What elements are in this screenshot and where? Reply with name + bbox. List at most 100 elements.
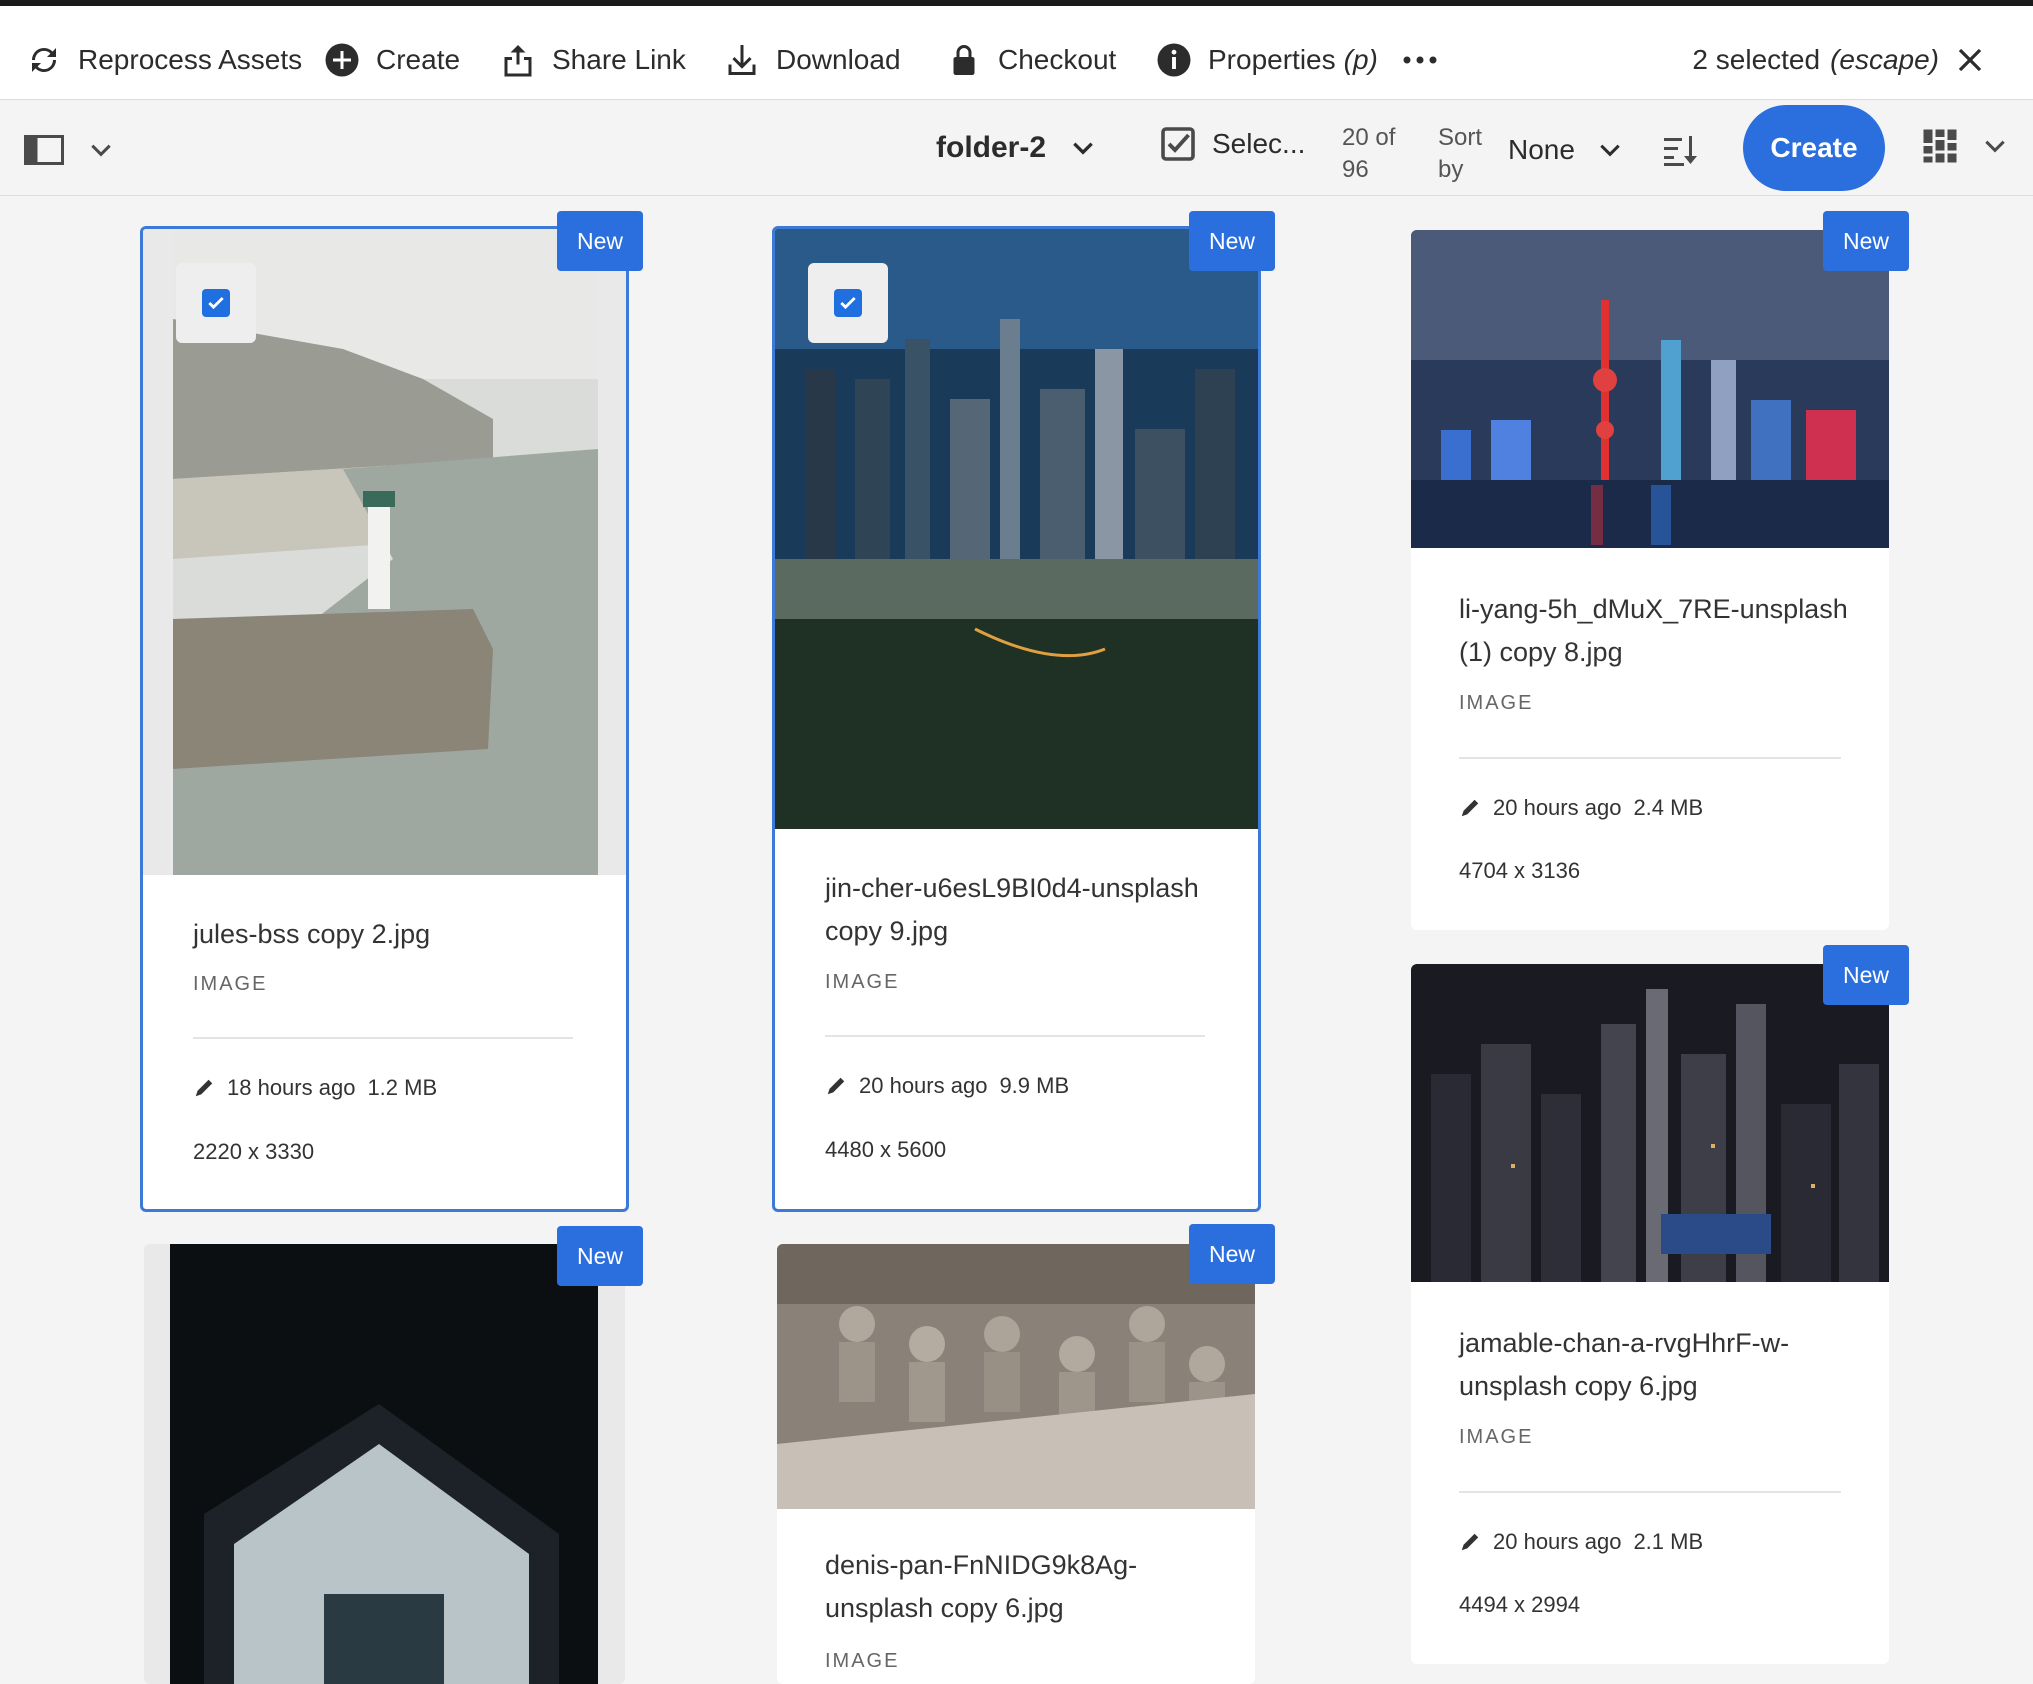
checkbox-select-icon <box>1161 127 1195 161</box>
pencil-icon <box>827 1077 845 1095</box>
chevron-down-icon <box>1600 144 1620 157</box>
divider <box>1459 757 1841 759</box>
asset-card[interactable]: li-yang-5h_dMuX_7RE-unsplash (1) copy 8.… <box>1411 230 1889 930</box>
checkout-button[interactable]: Checkout <box>946 36 1116 84</box>
folder-breadcrumb[interactable]: folder-2 <box>936 122 1096 174</box>
asset-type: IMAGE <box>825 1650 900 1672</box>
divider <box>1459 1491 1841 1493</box>
view-switcher[interactable] <box>1922 120 2008 172</box>
reprocess-assets-label: Reprocess Assets <box>78 44 303 75</box>
checkmark-icon <box>208 296 224 310</box>
asset-card[interactable]: jamable-chan-a-rvgHhrF-w-unsplash copy 6… <box>1411 964 1889 1664</box>
asset-type: IMAGE <box>1459 692 1534 714</box>
asset-type: IMAGE <box>1459 1426 1534 1448</box>
share-link-label: Share Link <box>552 44 686 75</box>
download-button[interactable]: Download <box>724 36 901 84</box>
file-size: 9.9 MB <box>999 1073 1070 1098</box>
close-icon[interactable] <box>1955 45 1985 75</box>
selection-count: 2 selected <box>1692 44 1821 75</box>
properties-shortcut: (p) <box>1343 44 1378 75</box>
select-all-button[interactable]: Selec... <box>1160 118 1305 170</box>
pencil-icon <box>1461 1533 1479 1551</box>
modified-time: 20 hours ago <box>859 1073 988 1098</box>
card-view-icon <box>1923 129 1957 163</box>
selection-status: 2 selected (escape) <box>1692 36 1985 84</box>
add-circle-icon <box>325 43 359 77</box>
file-size: 1.2 MB <box>367 1075 438 1100</box>
file-size: 2.1 MB <box>1633 1529 1704 1554</box>
asset-type: IMAGE <box>825 971 900 993</box>
asset-thumbnail <box>1411 964 1889 1282</box>
create-action-button[interactable]: Create <box>324 36 460 84</box>
asset-thumbnail <box>1411 230 1889 548</box>
asset-meta: 20 hours ago 9.9 MB <box>825 1073 1069 1099</box>
new-badge: New <box>557 1226 643 1286</box>
asset-thumbnail <box>144 1244 625 1684</box>
modified-time: 20 hours ago <box>1493 795 1622 820</box>
asset-meta: 18 hours ago 1.2 MB <box>193 1075 437 1101</box>
chevron-down-icon <box>1985 140 2005 153</box>
folder-title: folder-2 <box>936 131 1047 164</box>
divider <box>193 1037 573 1039</box>
new-badge: New <box>1189 211 1275 271</box>
asset-name[interactable]: jamable-chan-a-rvgHhrF-w-unsplash copy 6… <box>1459 1322 1859 1408</box>
selection-hint: (escape) <box>1830 44 1939 75</box>
pencil-icon <box>195 1079 213 1097</box>
more-actions-button[interactable] <box>1402 36 1438 84</box>
asset-dimensions: 2220 x 3330 <box>193 1139 315 1164</box>
share-icon <box>504 45 532 77</box>
modified-time: 18 hours ago <box>227 1075 356 1100</box>
asset-dimensions: 4480 x 5600 <box>825 1137 947 1162</box>
checkmark-icon <box>840 296 856 310</box>
sort-direction-button[interactable] <box>1660 128 1700 172</box>
properties-button[interactable]: Properties (p) <box>1156 36 1378 84</box>
reprocess-assets-button[interactable]: Reprocess Assets <box>26 36 302 84</box>
asset-card[interactable] <box>144 1244 625 1684</box>
refresh-icon <box>32 48 56 72</box>
new-badge: New <box>1189 1224 1275 1284</box>
checkout-label: Checkout <box>998 44 1117 75</box>
asset-card[interactable]: denis-pan-FnNIDG9k8Ag-unsplash copy 6.jp… <box>777 1244 1255 1684</box>
asset-checkbox[interactable] <box>808 263 888 343</box>
asset-card[interactable]: jules-bss copy 2.jpg IMAGE 18 hours ago … <box>140 226 629 1212</box>
asset-name[interactable]: jules-bss copy 2.jpg <box>193 913 593 956</box>
lock-icon <box>953 45 975 75</box>
new-badge: New <box>557 211 643 271</box>
sort-by-label: Sort by <box>1438 124 1483 183</box>
action-bar: Reprocess Assets Create Share Link Downl… <box>0 0 2033 100</box>
download-label: Download <box>776 44 901 75</box>
rail-toggle[interactable] <box>24 130 114 170</box>
asset-card[interactable]: jin-cher-u6esL9BI0d4-unsplash copy 9.jpg… <box>772 226 1261 1212</box>
asset-meta: 20 hours ago 2.1 MB <box>1459 1529 1703 1555</box>
sort-select[interactable]: None <box>1508 122 1623 178</box>
sort-value: None <box>1508 134 1575 165</box>
asset-name[interactable]: jin-cher-u6esL9BI0d4-unsplash copy 9.jpg <box>825 867 1225 953</box>
file-size: 2.4 MB <box>1633 795 1704 820</box>
side-panel-icon <box>24 135 64 165</box>
create-button[interactable]: Create <box>1743 105 1885 191</box>
select-all-label: Selec... <box>1212 128 1306 159</box>
sort-descending-icon <box>1664 136 1697 166</box>
new-badge: New <box>1823 945 1909 1005</box>
pencil-icon <box>1461 799 1479 817</box>
modified-time: 20 hours ago <box>1493 1529 1622 1554</box>
asset-dimensions: 4494 x 2994 <box>1459 1592 1581 1617</box>
properties-label: Properties <box>1208 44 1336 75</box>
asset-checkbox[interactable] <box>176 263 256 343</box>
divider <box>825 1035 1205 1037</box>
share-link-button[interactable]: Share Link <box>500 36 686 84</box>
asset-name[interactable]: denis-pan-FnNIDG9k8Ag-unsplash copy 6.jp… <box>825 1544 1225 1630</box>
info-icon <box>1157 43 1191 77</box>
chevron-down-icon <box>91 144 111 157</box>
create-action-label: Create <box>376 44 461 75</box>
new-badge: New <box>1823 211 1909 271</box>
chevron-down-icon <box>1073 142 1093 155</box>
more-icon <box>1403 56 1437 64</box>
asset-name[interactable]: li-yang-5h_dMuX_7RE-unsplash (1) copy 8.… <box>1459 588 1859 674</box>
asset-dimensions: 4704 x 3136 <box>1459 858 1581 883</box>
asset-type: IMAGE <box>193 973 268 995</box>
asset-meta: 20 hours ago 2.4 MB <box>1459 795 1703 821</box>
toolbar: folder-2 Selec... 20 of 96 Sort by None <box>0 100 2033 196</box>
download-icon <box>728 45 756 75</box>
asset-thumbnail <box>777 1244 1255 1509</box>
